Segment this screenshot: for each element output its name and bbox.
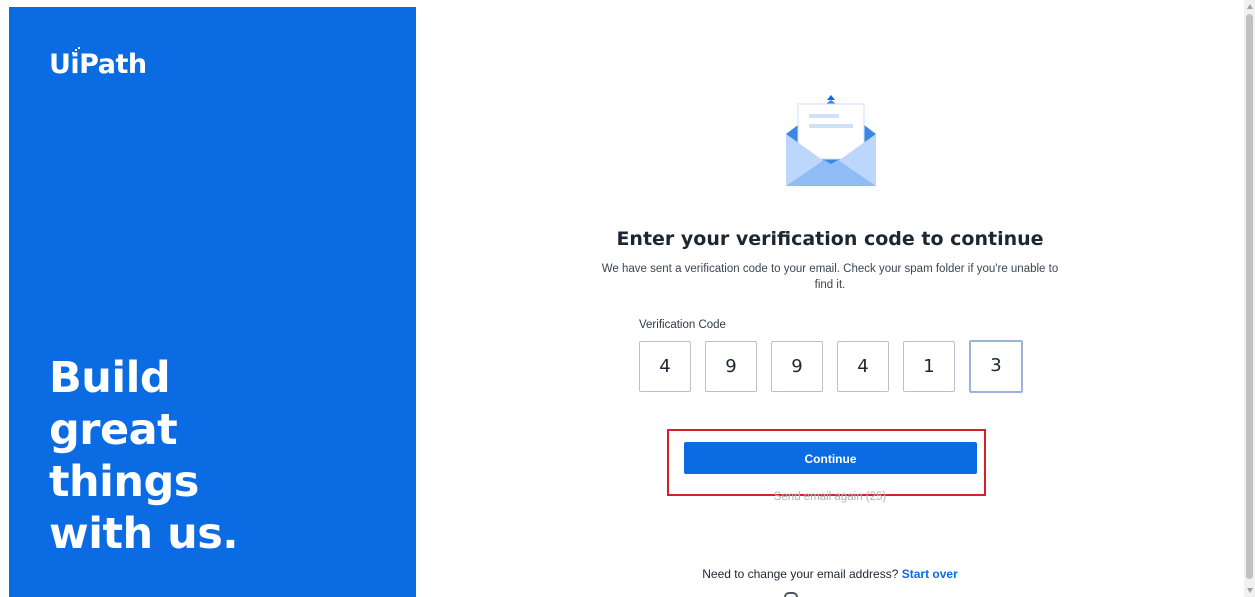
start-over-link[interactable]: Start over: [902, 567, 958, 581]
tagline-line-2: great: [49, 405, 178, 455]
scroll-down-arrow-icon[interactable]: [1247, 588, 1253, 593]
uipath-logo: UiPath: [49, 49, 147, 80]
code-digit-input-1[interactable]: 4: [639, 341, 691, 392]
instructions-text: We have sent a verification code to your…: [601, 263, 1059, 291]
scrollbar[interactable]: [1244, 0, 1255, 597]
page-title: Enter your verification code to continue: [616, 228, 1044, 250]
page: UiPath Build great things with us. Enter…: [0, 0, 1255, 597]
code-digit-input-2[interactable]: 9: [705, 341, 757, 392]
tagline-line-1: Build: [49, 353, 171, 403]
logo-sparkle-icon: [72, 47, 80, 54]
resend-email-link[interactable]: Send email again (25): [740, 491, 920, 503]
tagline-line-3: things: [49, 457, 199, 507]
scrollbar-thumb[interactable]: [1246, 14, 1253, 579]
code-digit-input-3[interactable]: 9: [771, 341, 823, 392]
help-icon[interactable]: [784, 592, 798, 597]
code-digit-input-6[interactable]: 3: [969, 340, 1023, 393]
code-digit-input-4[interactable]: 4: [837, 341, 889, 392]
tagline-line-4: with us.: [49, 509, 239, 559]
change-email-row: Need to change your email address? Start…: [620, 567, 1040, 581]
change-email-prompt: Need to change your email address?: [702, 567, 899, 581]
brand-panel: UiPath Build great things with us.: [9, 7, 416, 597]
verification-code-label: Verification Code: [639, 319, 726, 331]
envelope-icon: [786, 95, 876, 186]
brand-tagline: Build great things with us.: [49, 352, 389, 560]
scroll-up-arrow-icon[interactable]: [1247, 4, 1253, 9]
code-digit-input-5[interactable]: 1: [903, 341, 955, 392]
continue-button[interactable]: Continue: [684, 442, 977, 474]
